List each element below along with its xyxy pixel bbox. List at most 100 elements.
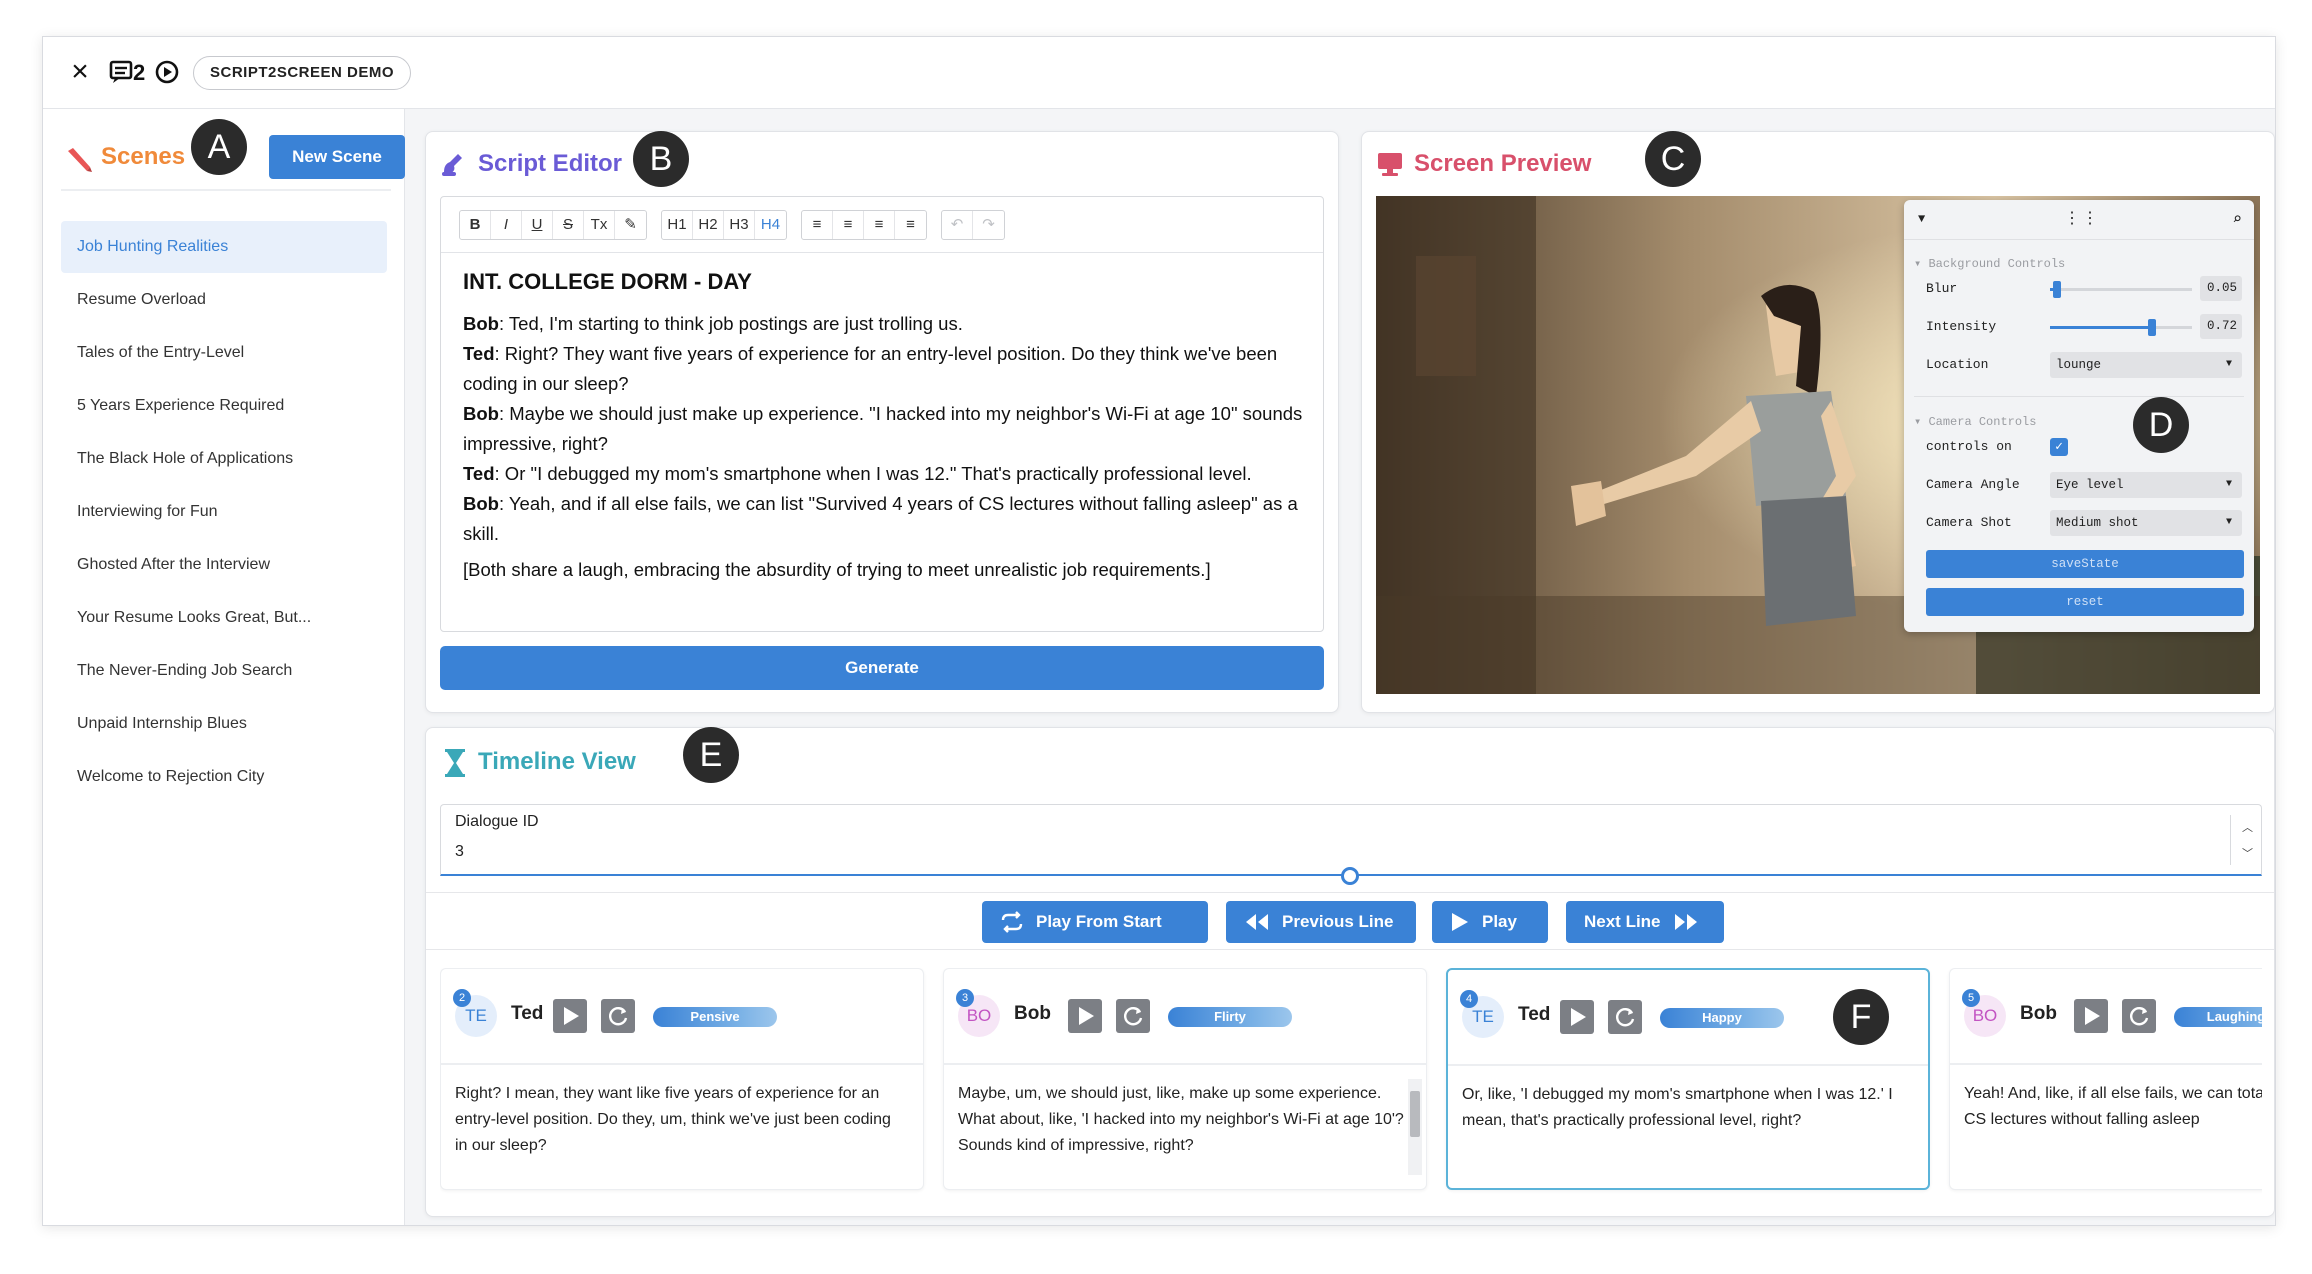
- speaker-name: Ted: [511, 1003, 544, 1024]
- search-icon[interactable]: ⌕: [2232, 209, 2242, 229]
- scene-item[interactable]: Job Hunting Realities: [61, 221, 387, 273]
- toolbar-format-button[interactable]: U: [522, 210, 553, 239]
- align-group: ≡ ≡ ≡ ≡: [801, 209, 927, 240]
- background-controls-section[interactable]: ▾ Background Controls: [1914, 256, 2065, 271]
- scene-item[interactable]: Your Resume Looks Great, But...: [61, 592, 387, 644]
- location-select[interactable]: lounge ▼: [2050, 352, 2242, 378]
- location-row: Location lounge ▼: [1926, 350, 2244, 380]
- refresh-icon: [609, 1007, 628, 1026]
- dialogue-card[interactable]: TE 2 Ted Pensive Right? I mean, they want li…: [440, 968, 924, 1190]
- toolbar-headings-button[interactable]: H1: [662, 210, 693, 239]
- speaker-name: Bob: [463, 493, 499, 514]
- regenerate-button[interactable]: [1116, 999, 1150, 1033]
- script-line: Bob: Ted, I'm starting to think job post…: [463, 309, 1309, 339]
- dialogue-text: : Ted, I'm starting to think job posting…: [498, 313, 963, 334]
- toolbar-format-button[interactable]: B: [460, 210, 491, 239]
- play-line-button[interactable]: [1560, 1000, 1594, 1034]
- rich-text-editor[interactable]: B I U S Tx ✎ H1 H2 H3 H4 ≡ ≡ ≡ ≡ ↶ ↷ INT. COLLEGE DO…: [440, 196, 1324, 632]
- dialogue-id-value[interactable]: 3: [455, 843, 464, 861]
- next-line-button[interactable]: Next Line: [1566, 901, 1724, 943]
- toolbar-history-button[interactable]: ↶: [942, 210, 973, 239]
- scene-item[interactable]: The Never-Ending Job Search: [61, 645, 387, 697]
- toolbar-align-button[interactable]: ≡: [895, 211, 926, 239]
- play-icon: [1079, 1007, 1094, 1025]
- toolbar-headings-button[interactable]: H2: [693, 210, 724, 239]
- card-scrollbar[interactable]: [1408, 1079, 1422, 1175]
- dialogue-slider-thumb[interactable]: [1341, 867, 1359, 885]
- script-line: Ted: Right? They want five years of expe…: [463, 339, 1309, 399]
- play-line-button[interactable]: [2074, 999, 2108, 1033]
- toolbar-history-button[interactable]: ↷: [973, 211, 1004, 239]
- play-line-button[interactable]: [1068, 999, 1102, 1033]
- dialogue-text: : Maybe we should just make up experienc…: [463, 403, 1303, 454]
- toolbar-format-button[interactable]: Tx: [584, 210, 615, 239]
- script-lines: Bob : Ted, I'm starting to think job post…: [463, 309, 1309, 549]
- script-content[interactable]: INT. COLLEGE DORM - DAY Bob: Ted, I'm st…: [463, 267, 1309, 585]
- chevron-down-icon[interactable]: ﹀: [2242, 845, 2253, 861]
- chevron-down-icon: ▼: [2225, 479, 2232, 490]
- toolbar-format-button[interactable]: ✎: [615, 211, 646, 239]
- camera-shot-row: Camera Shot Medium shot ▼: [1926, 508, 2244, 538]
- toolbar-headings-button[interactable]: H4: [755, 211, 786, 239]
- regenerate-button[interactable]: [2122, 999, 2156, 1033]
- toolbar-align-button[interactable]: ≡: [864, 210, 895, 239]
- camera-controls-section[interactable]: ▾ Camera Controls: [1914, 414, 2036, 429]
- blur-slider[interactable]: [2050, 281, 2192, 298]
- regenerate-button[interactable]: [1608, 1000, 1642, 1034]
- toolbar-align-button[interactable]: ≡: [833, 210, 864, 239]
- save-state-button[interactable]: saveState: [1926, 550, 2244, 578]
- play-from-start-button[interactable]: Play From Start: [982, 901, 1208, 943]
- camera-shot-select[interactable]: Medium shot ▼: [2050, 510, 2242, 536]
- dialogue-card[interactable]: BO 3 Bob Flirty Maybe, um, we should just, l…: [943, 968, 1427, 1190]
- heading-group: H1 H2 H3 H4: [661, 209, 787, 240]
- new-scene-button[interactable]: New Scene: [269, 135, 405, 179]
- preview-viewport[interactable]: ▼ ⋮⋮ ⌕ ▾ Background Controls Blur 0.05 I…: [1376, 196, 2260, 694]
- scene-item[interactable]: 5 Years Experience Required: [61, 380, 387, 432]
- intensity-value[interactable]: 0.72: [2200, 314, 2242, 339]
- stage-direction: [Both share a laugh, embracing the absur…: [463, 559, 1211, 580]
- generate-button[interactable]: Generate: [440, 646, 1324, 690]
- refresh-icon: [2130, 1007, 2149, 1026]
- toolbar-format-button[interactable]: S: [553, 210, 584, 239]
- toolbar-align-button[interactable]: ≡: [802, 210, 833, 239]
- speaker-name: Ted: [1518, 1004, 1551, 1025]
- regenerate-button[interactable]: [601, 999, 635, 1033]
- intensity-slider[interactable]: [2050, 319, 2192, 336]
- scene-item[interactable]: The Black Hole of Applications: [61, 433, 387, 485]
- camera-angle-select[interactable]: Eye level ▼: [2050, 472, 2242, 498]
- scene-item[interactable]: Interviewing for Fun: [61, 486, 387, 538]
- chevron-up-icon[interactable]: ︿: [2242, 819, 2253, 835]
- play-line-button[interactable]: [553, 999, 587, 1033]
- scene-item[interactable]: Welcome to Rejection City: [61, 751, 387, 803]
- intensity-label: Intensity: [1926, 319, 1997, 334]
- scene-item[interactable]: Ghosted After the Interview: [61, 539, 387, 591]
- dialogue-card[interactable]: BO 5 Bob Laughing Yeah! And, like, if all el…: [1949, 968, 2262, 1190]
- monitor-icon: [1378, 153, 1402, 176]
- scene-item[interactable]: Tales of the Entry-Level: [61, 327, 387, 379]
- card-header: BO 3 Bob Flirty: [944, 969, 1426, 1065]
- dialogue-id-label: Dialogue ID: [455, 813, 539, 830]
- play-button[interactable]: Play: [1432, 901, 1548, 943]
- app-window: × 2 SCRIPT2SCREEN DEMO Scenes New Scene …: [42, 36, 2276, 1226]
- demo-badge: SCRIPT2SCREEN DEMO: [193, 56, 412, 90]
- toolbar-headings-button[interactable]: H3: [724, 210, 755, 239]
- toolbar-format-button[interactable]: I: [491, 210, 522, 239]
- close-icon[interactable]: ×: [65, 57, 95, 87]
- dialogue-id-input[interactable]: Dialogue ID 3 ︿ ﹀: [440, 804, 2262, 885]
- emotion-tag[interactable]: Happy: [1660, 1008, 1784, 1028]
- repeat-icon: [1001, 911, 1023, 933]
- card-dialogue-text: Or, like, 'I debugged my mom's smartphon…: [1462, 1086, 1893, 1129]
- scene-item[interactable]: Unpaid Internship Blues: [61, 698, 387, 750]
- drag-handle-icon[interactable]: ⋮⋮: [2064, 208, 2100, 228]
- dialogue-text: : Yeah, and if all else fails, we can li…: [463, 493, 1298, 544]
- blur-value[interactable]: 0.05: [2200, 276, 2242, 301]
- previous-line-button[interactable]: Previous Line: [1226, 901, 1416, 943]
- controls-on-checkbox[interactable]: ✓: [2050, 438, 2068, 456]
- emotion-tag[interactable]: Laughing: [2174, 1007, 2262, 1027]
- scene-item[interactable]: Resume Overload: [61, 274, 387, 326]
- reset-button[interactable]: reset: [1926, 588, 2244, 616]
- emotion-tag[interactable]: Flirty: [1168, 1007, 1292, 1027]
- line-number-badge: 4: [1460, 990, 1478, 1008]
- emotion-tag[interactable]: Pensive: [653, 1007, 777, 1027]
- collapse-icon[interactable]: ▼: [1918, 212, 1925, 226]
